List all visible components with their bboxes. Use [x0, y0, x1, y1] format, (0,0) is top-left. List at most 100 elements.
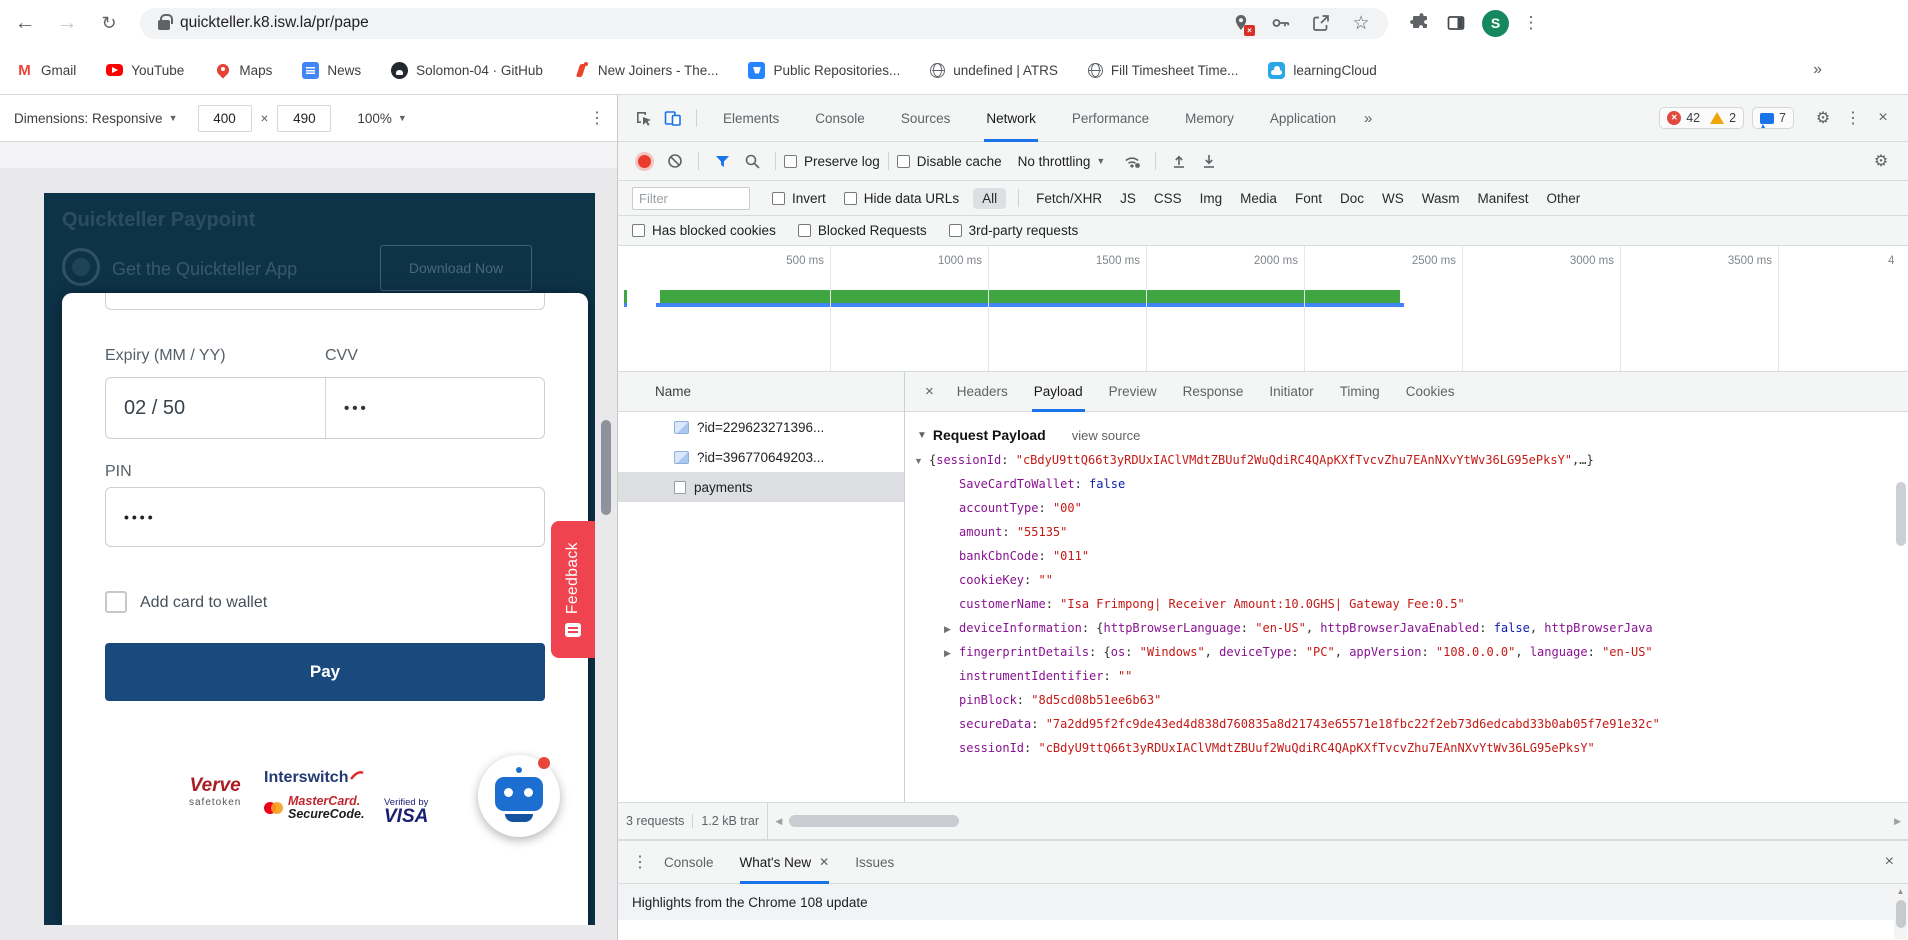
inspect-element-icon[interactable]: [628, 105, 658, 131]
bookmark-undefined-atrs[interactable]: undefined | ATRS: [930, 63, 1058, 78]
hscroll-left-arrow[interactable]: ◀: [775, 816, 782, 827]
detail-tab-response[interactable]: Response: [1183, 372, 1244, 412]
checkbox-blocked-requests[interactable]: Blocked Requests: [798, 223, 927, 238]
bookmark-fill-timesheet-time[interactable]: Fill Timesheet Time...: [1088, 63, 1239, 78]
drawer-tab-console[interactable]: Console: [664, 840, 714, 884]
chrome-menu-icon[interactable]: ⋮: [1515, 7, 1547, 39]
hscroll-right-arrow[interactable]: ▶: [1894, 816, 1901, 827]
card-number-field-partial[interactable]: [105, 293, 545, 310]
detail-tab-cookies[interactable]: Cookies: [1406, 372, 1455, 412]
panel-tab-application[interactable]: Application: [1268, 95, 1338, 142]
export-har-icon[interactable]: [1194, 148, 1224, 174]
viewport-width-input[interactable]: [198, 105, 252, 132]
filter-chip-img[interactable]: Img: [1200, 191, 1223, 206]
drawer-close-icon[interactable]: ×: [1885, 853, 1894, 871]
bookmark-solomon-04-github[interactable]: Solomon-04 · GitHub: [391, 62, 543, 79]
filter-chip-css[interactable]: CSS: [1154, 191, 1182, 206]
hide-data-urls-checkbox[interactable]: Hide data URLs: [844, 191, 959, 206]
detail-tab-headers[interactable]: Headers: [957, 372, 1008, 412]
panel-tab-memory[interactable]: Memory: [1183, 95, 1236, 142]
payload-line[interactable]: ▶deviceInformation: {httpBrowserLanguage…: [913, 616, 1908, 640]
payload-line[interactable]: pinBlock: "8d5cd08b51ee6b63": [913, 688, 1908, 712]
panel-tab-console[interactable]: Console: [813, 95, 867, 142]
section-expander-icon[interactable]: ▼: [917, 430, 927, 441]
drawer-scroll-up-icon[interactable]: ▲: [1894, 884, 1907, 896]
filter-chip-media[interactable]: Media: [1240, 191, 1277, 206]
checkbox-3rd-party-requests[interactable]: 3rd-party requests: [949, 223, 1079, 238]
panel-tab-elements[interactable]: Elements: [721, 95, 781, 142]
hscroll-thumb[interactable]: [789, 815, 959, 827]
chatbot-button[interactable]: [478, 755, 560, 837]
request-row[interactable]: ?id=229623271396...: [618, 412, 904, 442]
payload-line[interactable]: ▼{sessionId: "cBdyU9ttQ66t3yRDUxIAClVMdt…: [913, 448, 1908, 472]
drawer-scroll-thumb[interactable]: [1896, 900, 1906, 928]
device-toolbar-toggle-icon[interactable]: [658, 105, 688, 131]
panel-tab-network[interactable]: Network: [984, 95, 1038, 142]
name-column-header[interactable]: Name: [618, 372, 904, 412]
payload-line[interactable]: cookieKey: "": [913, 568, 1908, 592]
payload-line[interactable]: secureData: "7a2dd95f2fc9de43ed4d838d760…: [913, 712, 1908, 736]
filter-chip-fetchxhr[interactable]: Fetch/XHR: [1036, 191, 1102, 206]
filter-chip-other[interactable]: Other: [1547, 191, 1581, 206]
filter-chip-wasm[interactable]: Wasm: [1422, 191, 1460, 206]
search-icon[interactable]: [737, 148, 767, 174]
payload-line[interactable]: accountType: "00": [913, 496, 1908, 520]
profile-avatar[interactable]: S: [1482, 10, 1509, 37]
payload-line[interactable]: SaveCardToWallet: false: [913, 472, 1908, 496]
record-network-log-icon[interactable]: [638, 155, 651, 168]
share-icon[interactable]: [1306, 8, 1336, 38]
drawer-menu-icon[interactable]: ⋮: [632, 852, 648, 872]
bookmark-public-repositories[interactable]: Public Repositories...: [748, 62, 900, 79]
reload-icon[interactable]: ↻: [92, 6, 126, 40]
clear-network-log-icon[interactable]: [660, 148, 690, 174]
zoom-select[interactable]: 100%: [357, 111, 392, 126]
detail-tab-timing[interactable]: Timing: [1340, 372, 1380, 412]
dimensions-label[interactable]: Dimensions: Responsive: [14, 111, 163, 126]
bookmark-learningcloud[interactable]: learningCloud: [1268, 62, 1376, 79]
drawer-scrollbar[interactable]: ▲: [1894, 884, 1907, 939]
panel-tab-performance[interactable]: Performance: [1070, 95, 1151, 142]
more-panels-chevron[interactable]: »: [1364, 110, 1372, 127]
back-icon[interactable]: ←: [8, 6, 42, 40]
add-card-to-wallet-checkbox[interactable]: [105, 591, 127, 613]
detail-tab-initiator[interactable]: Initiator: [1269, 372, 1313, 412]
request-row[interactable]: ?id=396770649203...: [618, 442, 904, 472]
request-row[interactable]: payments: [618, 472, 904, 502]
payload-line[interactable]: bankCbnCode: "011": [913, 544, 1908, 568]
download-now-button[interactable]: Download Now: [380, 245, 532, 291]
emulation-scrollbar-thumb[interactable]: [601, 420, 611, 515]
drawer-tab-what-s-new[interactable]: What's New✕: [740, 840, 830, 884]
close-detail-icon[interactable]: ×: [925, 383, 934, 400]
payload-line[interactable]: amount: "55135": [913, 520, 1908, 544]
detail-tab-payload[interactable]: Payload: [1034, 372, 1083, 412]
payload-line[interactable]: instrumentIdentifier: "": [913, 664, 1908, 688]
payload-line[interactable]: ▶fingerprintDetails: {os: "Windows", dev…: [913, 640, 1908, 664]
whats-new-heading[interactable]: Highlights from the Chrome 108 update: [618, 884, 1908, 920]
throttling-select[interactable]: No throttling ▼: [1018, 154, 1106, 169]
drawer-tab-close-icon[interactable]: ✕: [819, 855, 829, 869]
forward-icon[interactable]: →: [50, 6, 84, 40]
filter-funnel-icon[interactable]: [707, 148, 737, 174]
filter-chip-ws[interactable]: WS: [1382, 191, 1404, 206]
devtools-close-icon[interactable]: ×: [1868, 105, 1898, 131]
issues-message-badge[interactable]: 7: [1752, 107, 1794, 129]
pin-input[interactable]: ••••: [105, 487, 545, 547]
location-blocked-icon[interactable]: ×: [1226, 8, 1256, 38]
bookmarks-overflow-chevron[interactable]: »: [1813, 61, 1822, 79]
device-toolbar-menu-icon[interactable]: ⋮: [589, 108, 605, 128]
network-overview-timeline[interactable]: 500 ms1000 ms1500 ms2000 ms2500 ms3000 m…: [618, 246, 1908, 372]
filter-chip-manifest[interactable]: Manifest: [1477, 191, 1528, 206]
preserve-log-checkbox[interactable]: Preserve log: [784, 154, 880, 169]
bookmark-gmail[interactable]: Gmail: [16, 62, 76, 79]
filter-chip-all[interactable]: All: [973, 188, 1006, 209]
payload-line[interactable]: customerName: "Isa Frimpong| Receiver Am…: [913, 592, 1908, 616]
pay-button[interactable]: Pay: [105, 643, 545, 701]
panel-tab-sources[interactable]: Sources: [899, 95, 953, 142]
expander-icon[interactable]: ▶: [944, 617, 959, 640]
filter-chip-js[interactable]: JS: [1120, 191, 1136, 206]
feedback-tab[interactable]: Feedback: [551, 521, 595, 658]
disable-cache-checkbox[interactable]: Disable cache: [897, 154, 1002, 169]
bookmark-news[interactable]: News: [302, 62, 361, 79]
expiry-input[interactable]: 02 / 50: [106, 378, 326, 438]
checkbox-has-blocked-cookies[interactable]: Has blocked cookies: [632, 223, 776, 238]
